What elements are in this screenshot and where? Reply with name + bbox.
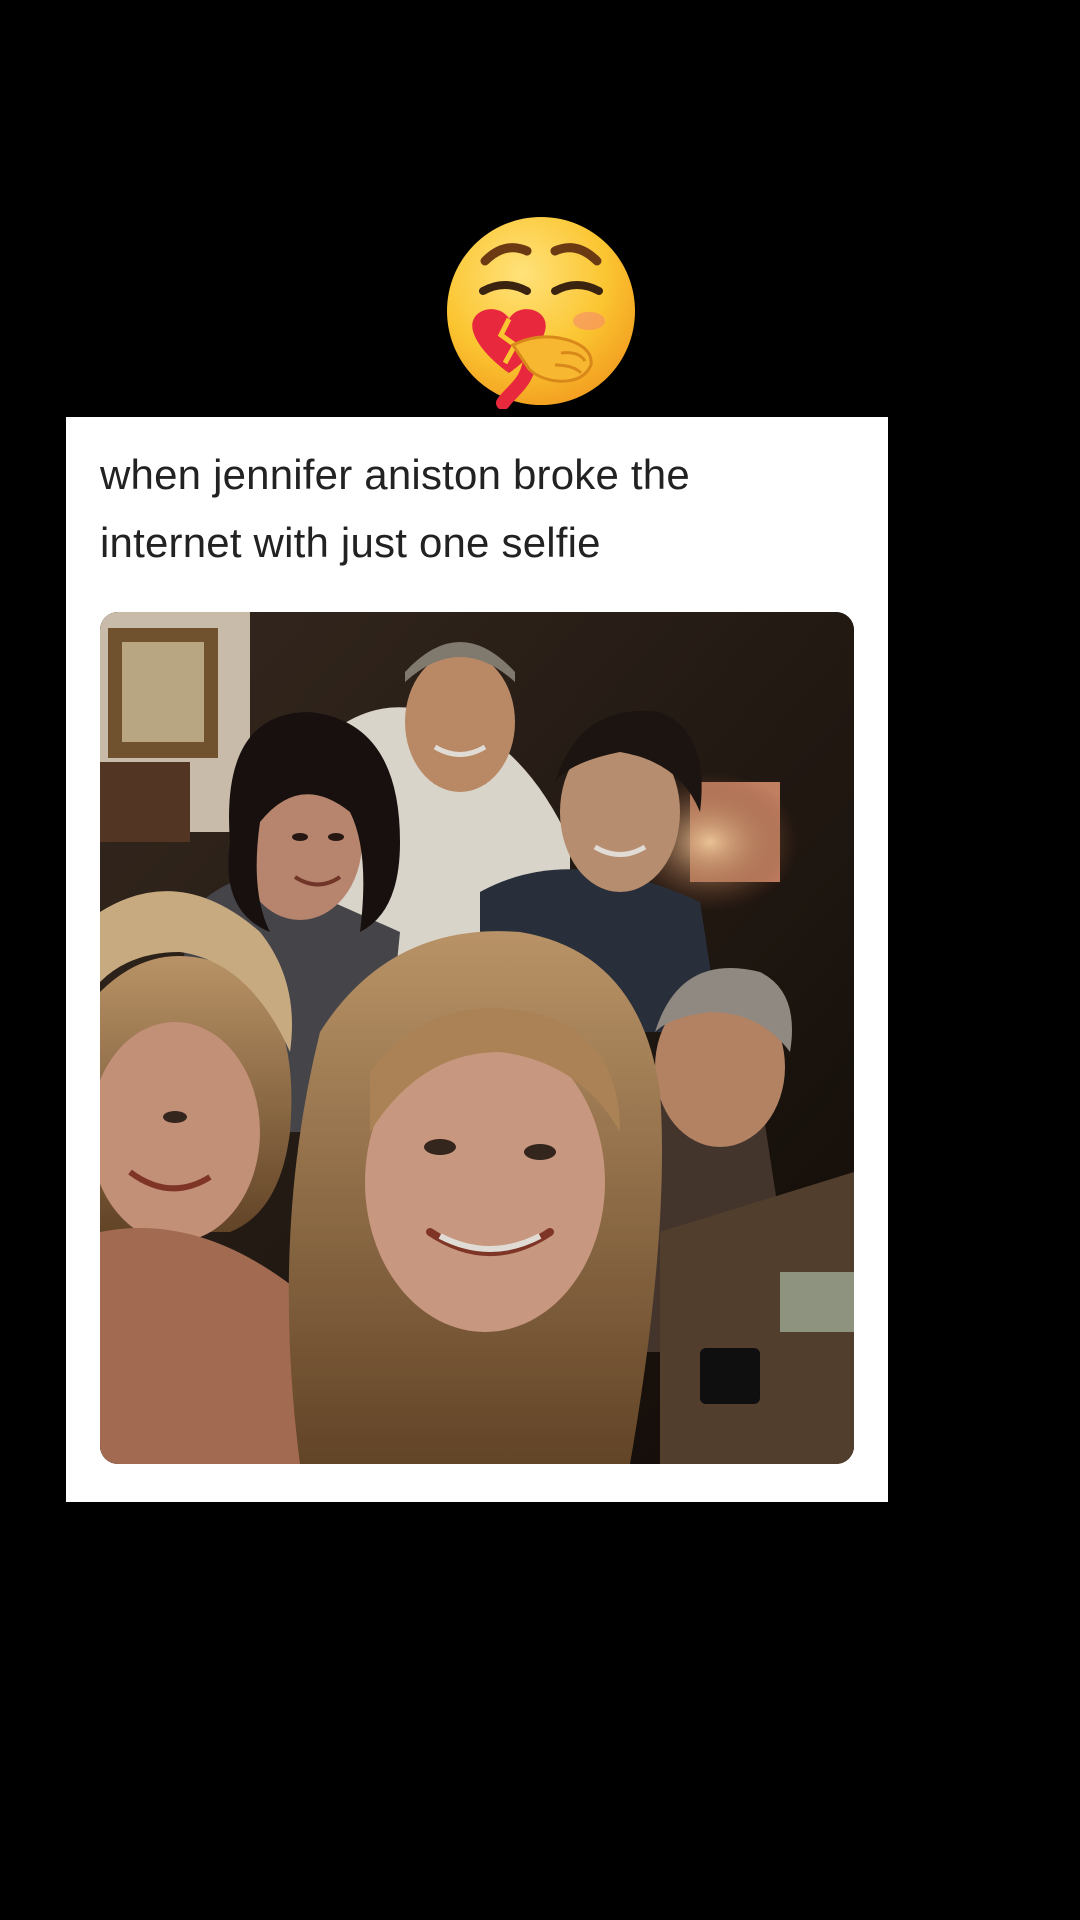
post-card: when jennifer aniston broke the internet… bbox=[66, 417, 888, 1502]
emoji-sticker-icon bbox=[443, 213, 639, 410]
post-caption: when jennifer aniston broke the internet… bbox=[100, 451, 690, 566]
group-selfie-photo bbox=[100, 612, 854, 1464]
